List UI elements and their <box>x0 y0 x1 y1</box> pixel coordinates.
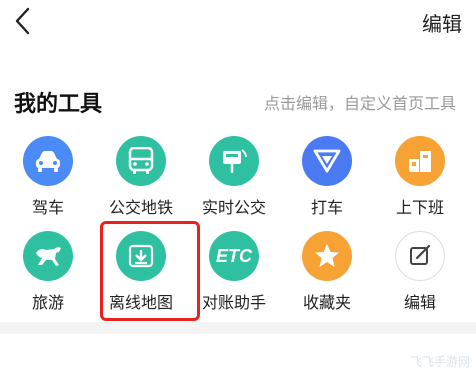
tool-label: 打车 <box>310 198 343 217</box>
edit-button[interactable]: 编辑 <box>422 8 462 37</box>
etc-icon: ETC <box>209 231 259 281</box>
tool-label: 上下班 <box>395 198 444 217</box>
tool-label: 编辑 <box>403 293 436 312</box>
tool-drive[interactable]: 驾车 <box>0 136 96 218</box>
bus-stop-icon <box>209 136 259 186</box>
section-divider <box>0 322 476 334</box>
taxi-icon <box>302 136 352 186</box>
section-title: 我的工具 <box>14 92 103 117</box>
tool-taxi[interactable]: 打车 <box>279 136 375 218</box>
commute-icon <box>395 136 445 186</box>
tool-etc[interactable]: ETC 对账助手 <box>186 231 282 313</box>
back-button[interactable] <box>8 6 38 36</box>
car-icon <box>23 136 73 186</box>
tool-realtime-bus[interactable]: 实时公交 <box>186 136 282 218</box>
tool-label: 驾车 <box>31 198 64 217</box>
tool-label: 实时公交 <box>201 198 266 217</box>
tool-label: 旅游 <box>31 293 64 312</box>
watermark: 飞飞手游网 <box>409 355 470 369</box>
tool-favorites[interactable]: 收藏夹 <box>279 231 375 313</box>
tool-label: 收藏夹 <box>302 293 351 312</box>
tool-edit[interactable]: 编辑 <box>372 231 468 313</box>
tool-commute[interactable]: 上下班 <box>372 136 468 218</box>
tool-label: 对账助手 <box>201 293 266 312</box>
section-hint: 点击编辑，自定义首页工具 <box>263 94 456 113</box>
back-arrow-icon <box>15 7 30 35</box>
bus-icon <box>116 136 166 186</box>
tool-transit[interactable]: 公交地铁 <box>93 136 189 218</box>
offline-map-highlight <box>100 221 200 321</box>
tool-label: 公交地铁 <box>108 198 173 217</box>
star-icon <box>302 231 352 281</box>
tool-travel[interactable]: 旅游 <box>0 231 96 313</box>
edit-icon <box>395 231 445 281</box>
etc-text: ETC <box>216 245 252 266</box>
horse-icon <box>23 231 73 281</box>
